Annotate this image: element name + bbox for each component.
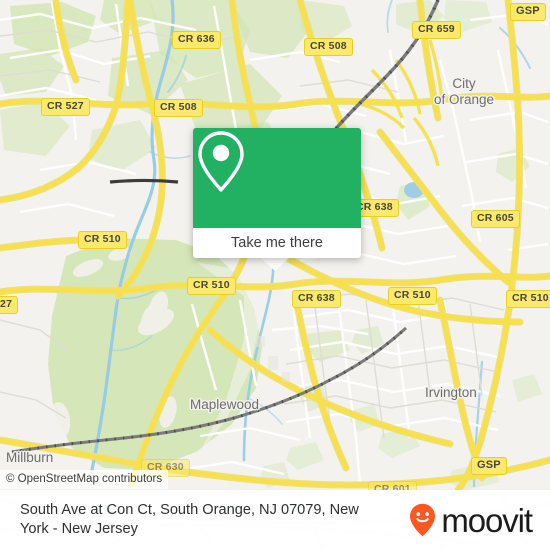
road-shield-cr-510-b: CR 510 (187, 277, 236, 295)
road-shield-gsp-b: GSP (471, 457, 507, 475)
moovit-map-screenshot: CR 636 CR 508 CR 659 CR 527 CR 508 CR 638 CR 6… (0, 0, 550, 550)
moovit-wordmark: moovit (441, 501, 533, 539)
place-label-irvington: Irvington (425, 385, 477, 400)
place-label-maplewood: Maplewood (190, 397, 260, 412)
road-shield-cr-659: CR 659 (412, 21, 461, 39)
road-shield-cr-527-b: 527 (0, 296, 19, 314)
address-line-1: South Ave at Con Ct, South Orange, NJ 07… (20, 502, 359, 518)
take-me-there-label: Take me there (231, 235, 323, 251)
map-canvas[interactable]: CR 636 CR 508 CR 659 CR 527 CR 508 CR 638 CR 6… (0, 0, 550, 490)
road-shield-cr-601: CR 601 (368, 481, 417, 490)
address-line-2: York - New Jersey (20, 521, 138, 537)
take-me-there-button[interactable]: Take me there (193, 228, 361, 258)
moovit-logo[interactable]: moovit (409, 501, 533, 539)
osm-attribution[interactable]: © OpenStreetMap contributors (0, 470, 169, 489)
footer-bar: South Ave at Con Ct, South Orange, NJ 07… (0, 490, 550, 550)
map-pin-icon (198, 131, 244, 192)
road-shield-cr-510-d: CR 510 (506, 290, 550, 308)
road-shield-cr-638-b: CR 638 (292, 290, 341, 308)
address-text: South Ave at Con Ct, South Orange, NJ 07… (20, 501, 401, 539)
road-shield-cr-510-a: CR 510 (78, 231, 127, 249)
place-label-millburn: Millburn (6, 450, 54, 465)
moovit-smiley-pin-icon (410, 503, 436, 537)
road-shield-cr-510-c: CR 510 (388, 287, 437, 305)
road-shield-cr-508-b: CR 508 (154, 99, 203, 117)
road-shield-cr-605: CR 605 (471, 210, 520, 228)
popup-header (193, 128, 361, 228)
location-popup-card[interactable]: Take me there (193, 128, 361, 258)
popup-pointer-triangle (261, 258, 289, 271)
road-shield-cr-508-a: CR 508 (304, 38, 353, 56)
road-shield-cr-527: CR 527 (41, 98, 90, 116)
road-shield-cr-636: CR 636 (172, 31, 221, 49)
place-label-city-of-orange: City of Orange (434, 76, 495, 107)
road-shield-gsp-a: GSP (510, 3, 546, 21)
